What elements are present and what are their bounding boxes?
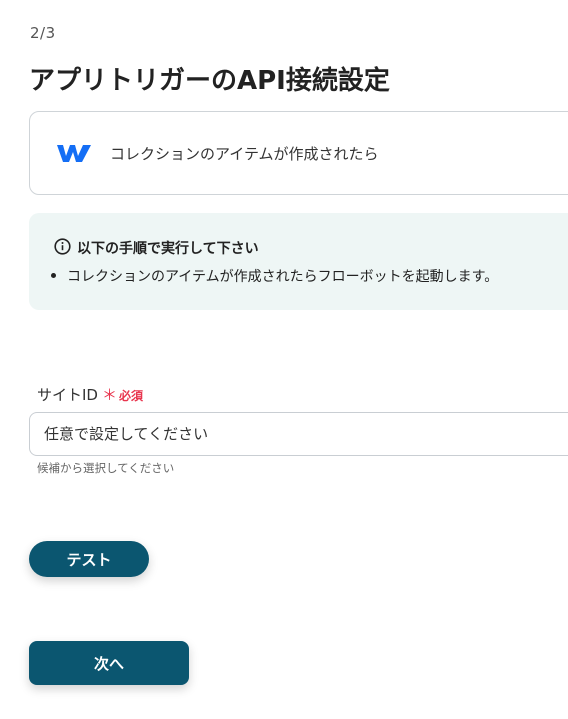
test-button[interactable]: テスト <box>29 541 149 577</box>
next-button[interactable]: 次へ <box>29 641 189 685</box>
instructions-title: 以下の手順で実行して下さい <box>77 241 259 257</box>
site-id-hint: 候補から選択してください <box>37 461 175 475</box>
trigger-settings-page: 2/3 アプリトリガーのAPI接続設定 コレクションのアイテムが作成されたら 以… <box>0 0 568 719</box>
page-title: アプリトリガーのAPI接続設定 <box>29 66 390 96</box>
instructions-box: 以下の手順で実行して下さい コレクションのアイテムが作成されたらフローボットを起… <box>29 213 568 310</box>
required-badge: 必須 <box>119 389 144 403</box>
site-id-input[interactable] <box>29 412 568 456</box>
required-asterisk-icon: ＊ <box>101 386 117 404</box>
instruction-text: コレクションのアイテムが作成されたらフローボットを起動します。 <box>67 269 499 285</box>
instructions-list: コレクションのアイテムが作成されたらフローボットを起動します。 <box>51 266 498 286</box>
info-circle-icon <box>54 238 71 255</box>
webflow-logo-icon <box>57 145 91 162</box>
list-item: コレクションのアイテムが作成されたらフローボットを起動します。 <box>51 266 498 286</box>
trigger-event-label: コレクションのアイテムが作成されたら <box>110 145 379 163</box>
trigger-app-card: コレクションのアイテムが作成されたら <box>29 111 568 195</box>
bullet-icon <box>51 273 56 278</box>
site-id-label-row: サイトID ＊必須 <box>37 384 143 405</box>
site-id-label: サイトID <box>37 386 98 404</box>
step-indicator: 2/3 <box>30 24 56 42</box>
